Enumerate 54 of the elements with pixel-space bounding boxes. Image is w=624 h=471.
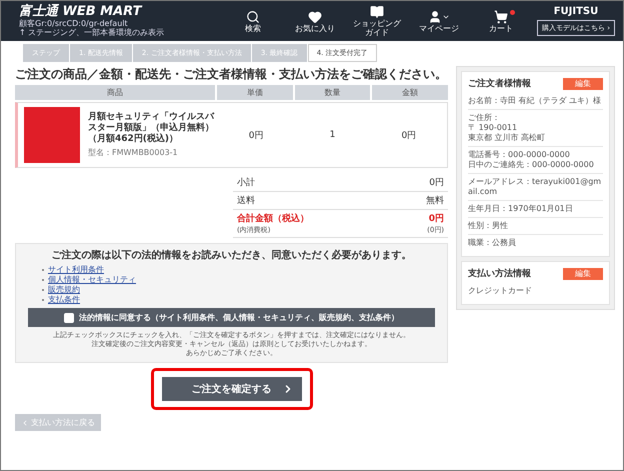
nav-link[interactable]: 検索: [226, 10, 279, 32]
summary-label: 小計: [237, 176, 255, 189]
info-text: お名前：寺田 有紀（テラダ ユキ）様: [468, 96, 602, 106]
brand-logo: FUJITSU: [554, 6, 598, 17]
summary-label: 送料: [237, 194, 255, 207]
card-title: 支払い方法情報: [468, 267, 532, 280]
table-cell-text: 1: [328, 130, 336, 140]
summary-label: 合計金額（税込）: [237, 212, 309, 225]
nav-link[interactable]: カート: [474, 10, 527, 32]
table-cell-text: 0円: [400, 130, 418, 142]
summary-value: 0円: [428, 212, 444, 225]
checkbox[interactable]: [64, 312, 74, 322]
table-cell-text: 0円: [248, 130, 265, 142]
nav-link[interactable]: お気に入り: [288, 10, 341, 32]
legal-link[interactable]: 支払条件: [48, 295, 80, 305]
chevron-left-icon: [21, 418, 29, 426]
nav-link[interactable]: ショッピングガイド: [350, 5, 403, 37]
legal-heading: ご注文の際は以下の法的情報をお読みいただき、同意いただく必要があります。: [50, 248, 413, 262]
summary-value: 無料: [426, 194, 444, 207]
legal-link[interactable]: 販売規約: [48, 285, 80, 295]
info-text: 日中のご連絡先：000-0000-0000: [468, 160, 595, 170]
info-text: 性別：男性: [468, 221, 510, 231]
info-text: メールアドレス：terayuki001@gmail.com: [468, 177, 602, 197]
legal-link[interactable]: サイト利用条件: [48, 265, 104, 275]
book-icon: [370, 5, 384, 19]
info-text: 職業：公務員: [468, 238, 518, 248]
info-text: 〒 190-0011: [468, 123, 518, 133]
info-text: 東京都 立川市 高松町: [468, 133, 546, 143]
info-text: ご住所：: [468, 113, 502, 123]
card-title: ご注文者様情報: [468, 77, 532, 90]
column-header: 商品: [15, 85, 215, 100]
search-icon: [246, 10, 260, 24]
column-header: 数量: [294, 85, 370, 100]
person-icon: [428, 10, 442, 24]
info-text: 生年月日：1970年01月01日: [468, 204, 574, 214]
nav-link[interactable]: マイページ: [412, 10, 465, 32]
info-text: 電話番号：000-0000-0000: [468, 150, 571, 160]
agree-label: 法的情報に同意する（サイト利用条件、個人情報・セキュリティ、販売規約、支払条件）: [79, 312, 400, 323]
heart-icon: [308, 10, 322, 24]
column-header: 金額: [372, 85, 448, 100]
header-info-text: 顧客Gr:0/srcCD:0/gr-default: [19, 19, 129, 28]
header-info-text: ↑ ステージング、一部本番環境のみ表示: [19, 28, 166, 37]
summary-value: 0円: [429, 177, 444, 189]
photo-placeholder: [24, 107, 80, 163]
agree-checkbox[interactable]: 法的情報に同意する（サイト利用条件、個人情報・セキュリティ、販売規約、支払条件）: [28, 308, 436, 327]
site-logo[interactable]: 富士通 WEB MART: [19, 5, 217, 19]
info-text: クレジットカード: [468, 286, 534, 296]
confirm-order-button[interactable]: ご注文を確定する: [162, 377, 302, 401]
page-title: ご注文の商品／金額・配送先・ご注文者様情報・支払い方法をご確認ください。: [15, 67, 448, 81]
legal-link[interactable]: 個人情報・セキュリティ: [48, 275, 136, 285]
product-model: 型名：FMWMBB0003-1: [88, 147, 179, 158]
product-name: 月額セキュリティ「ウイルスバスター月額版」（申込月無料）（月額462円(税込)）: [88, 112, 216, 145]
cart-icon: [494, 10, 508, 24]
column-header: 単価: [217, 85, 293, 100]
